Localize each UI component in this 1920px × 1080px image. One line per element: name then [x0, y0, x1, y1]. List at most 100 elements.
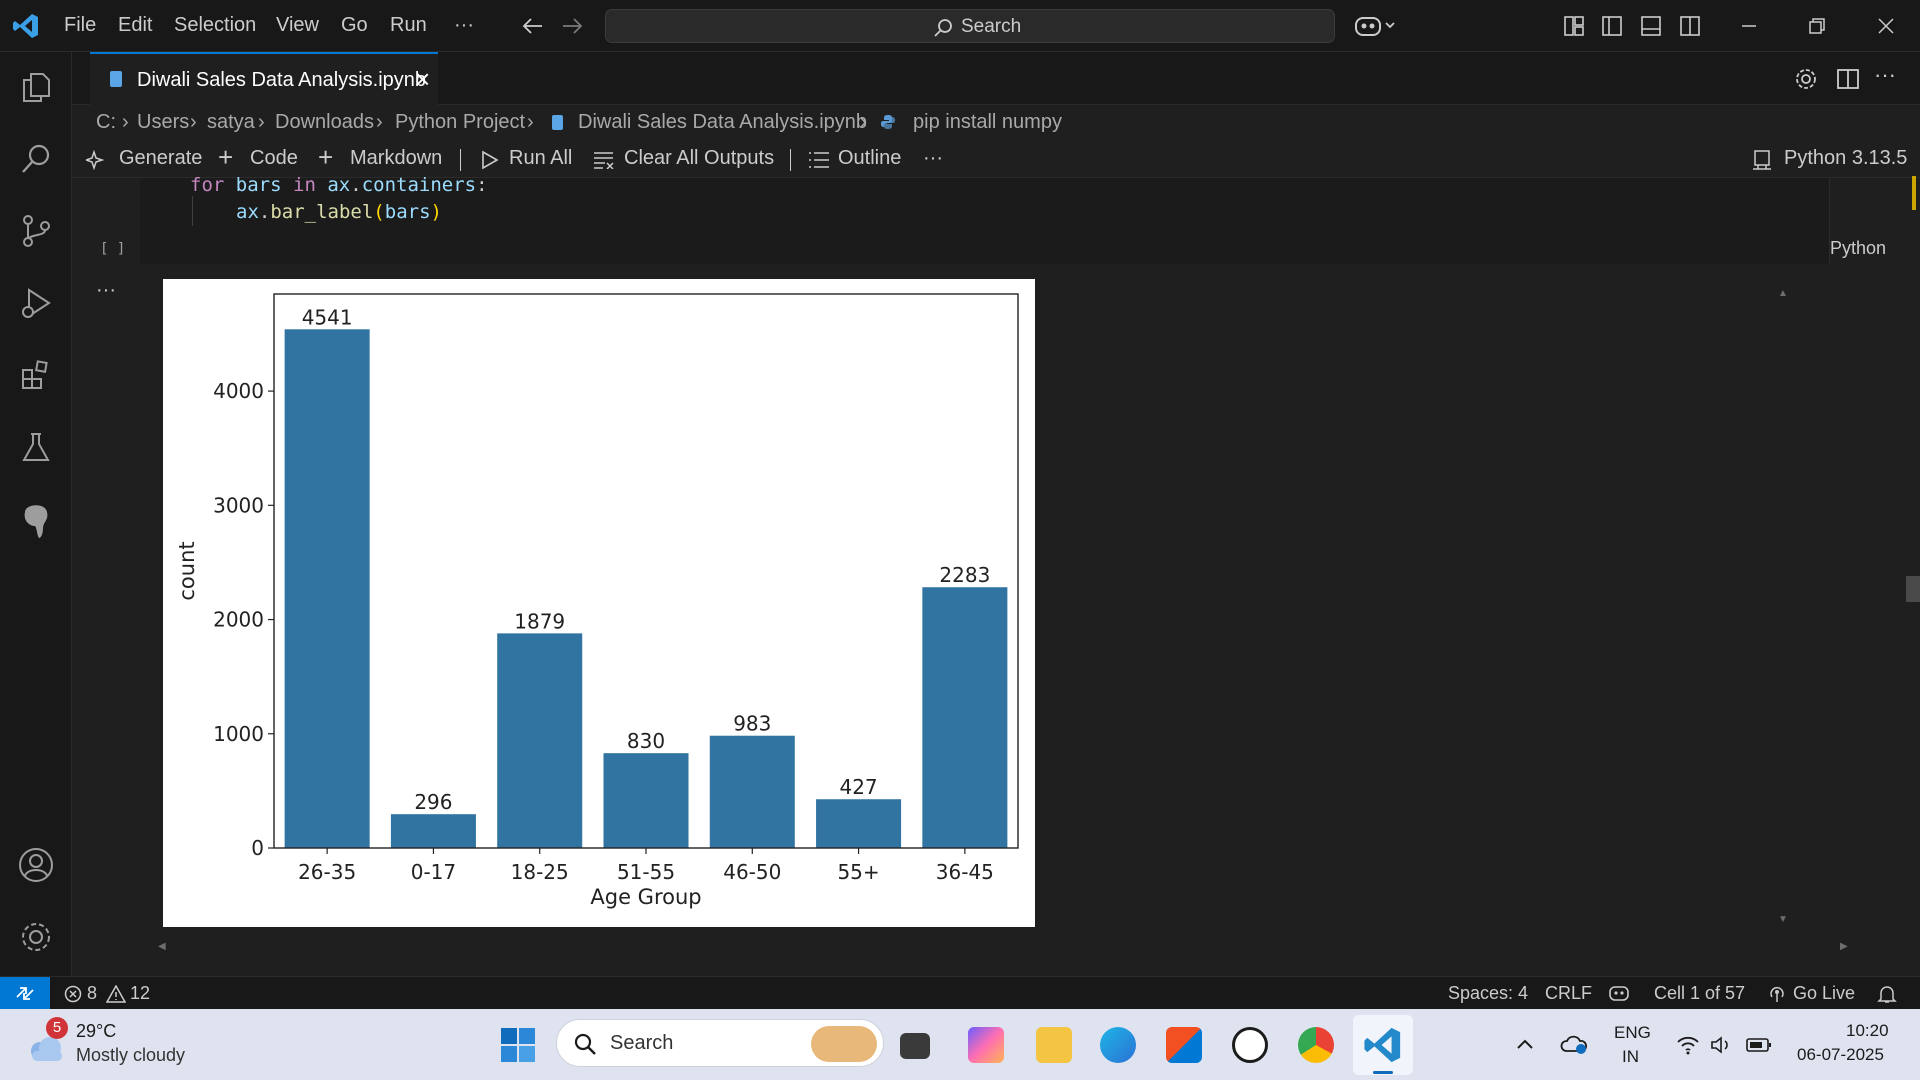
extensions-icon[interactable]	[19, 358, 53, 392]
chrome-browser-icon[interactable]	[1298, 1027, 1334, 1063]
cell-position-status[interactable]: Cell 1 of 57	[1654, 983, 1745, 1004]
notebook-settings-gear-icon[interactable]	[1794, 67, 1818, 91]
toggle-panel-icon[interactable]	[1640, 15, 1662, 37]
taskbar-search-label: Search	[610, 1032, 674, 1054]
breadcrumb-downloads[interactable]: Downloads	[275, 111, 374, 134]
weather-badge: 5	[46, 1017, 68, 1039]
add-markdown-cell-button[interactable]: Markdown	[350, 147, 442, 170]
minimize-icon[interactable]	[1738, 15, 1760, 37]
menu-selection[interactable]: Selection	[174, 14, 256, 37]
run-all-button[interactable]: Run All	[509, 147, 572, 170]
menu-more[interactable]: ···	[454, 14, 474, 37]
split-editor-icon[interactable]	[1836, 67, 1860, 91]
toolbar-more-button[interactable]: ···	[923, 147, 943, 170]
edge-browser-icon[interactable]	[1100, 1027, 1136, 1063]
notifications-bell-icon[interactable]	[1877, 984, 1897, 1004]
go-live-button[interactable]: Go Live	[1793, 983, 1855, 1004]
menu-file[interactable]: File	[64, 14, 96, 37]
y-axis-label: count	[175, 541, 199, 600]
wifi-icon[interactable]	[1676, 1035, 1700, 1055]
data-label-18-25: 1879	[514, 609, 565, 633]
file-explorer-icon[interactable]	[1036, 1027, 1072, 1063]
vscode-logo-icon	[12, 12, 40, 40]
bar-0-17	[390, 814, 476, 848]
weather-condition[interactable]: Mostly cloudy	[76, 1045, 185, 1066]
breadcrumb-cell[interactable]: pip install numpy	[913, 111, 1062, 134]
tab-close-icon[interactable]: ×	[415, 64, 430, 95]
testing-flask-icon[interactable]	[19, 430, 53, 464]
scroll-right-icon[interactable]: ▶	[1840, 941, 1848, 952]
accounts-icon[interactable]	[17, 846, 55, 884]
breadcrumb-python-project[interactable]: Python Project	[395, 111, 525, 134]
scroll-up-icon[interactable]: ▲	[1778, 288, 1788, 299]
onedrive-icon[interactable]	[1560, 1033, 1588, 1055]
microsoft-store-icon[interactable]	[1166, 1027, 1202, 1063]
clock-date[interactable]: 06-07-2025	[1797, 1045, 1884, 1065]
copilot-status-icon[interactable]	[1608, 983, 1630, 1003]
plus-icon: +	[218, 142, 234, 172]
x-tick-label-26-35: 26-35	[298, 860, 356, 884]
output-menu-button[interactable]: ···	[96, 279, 116, 302]
clear-all-outputs-button[interactable]: Clear All Outputs	[624, 147, 774, 170]
x-tick-label-0-17: 0-17	[411, 860, 456, 884]
windows-start-icon[interactable]	[500, 1027, 536, 1063]
customize-layout-icon[interactable]	[1563, 15, 1585, 37]
clock-time[interactable]: 10:20	[1846, 1021, 1889, 1041]
back-arrow-icon[interactable]	[522, 15, 544, 37]
search-icon	[933, 18, 953, 38]
breadcrumb-satya[interactable]: satya	[207, 111, 255, 134]
menu-go[interactable]: Go	[341, 14, 368, 37]
remote-indicator[interactable]	[0, 977, 50, 1010]
kernel-selector[interactable]: Python 3.13.5	[1784, 147, 1907, 170]
menu-run[interactable]: Run	[390, 14, 427, 37]
warning-count[interactable]: 12	[130, 983, 150, 1004]
run-debug-icon[interactable]	[19, 286, 53, 320]
chevron-right-icon: ›	[258, 111, 265, 133]
more-actions-button[interactable]: ···	[1874, 62, 1896, 88]
vertical-scrollbar-thumb[interactable]	[1906, 576, 1920, 602]
taskbar-search[interactable]: Search	[556, 1019, 884, 1067]
indentation-status[interactable]: Spaces: 4	[1448, 983, 1528, 1004]
toggle-secondary-sidebar-icon[interactable]	[1679, 15, 1701, 37]
forward-arrow-icon[interactable]	[561, 15, 583, 37]
toggle-primary-sidebar-icon[interactable]	[1601, 15, 1623, 37]
breadcrumb-drive[interactable]: C:	[96, 111, 116, 134]
language-indicator-top[interactable]: ENG	[1614, 1023, 1651, 1043]
close-window-icon[interactable]	[1875, 15, 1897, 37]
eol-status[interactable]: CRLF	[1545, 983, 1592, 1004]
outline-button[interactable]: Outline	[838, 147, 901, 170]
weather-cloud-icon[interactable]	[26, 1035, 66, 1063]
search-icon[interactable]	[19, 142, 53, 176]
chevron-right-icon: ›	[376, 111, 383, 133]
copilot-icon[interactable]	[1354, 13, 1398, 39]
task-view-icon[interactable]	[900, 1033, 930, 1059]
add-code-cell-button[interactable]: Code	[250, 147, 298, 170]
copilot-app-icon[interactable]	[968, 1027, 1004, 1063]
language-indicator-bottom[interactable]: IN	[1622, 1047, 1639, 1067]
generate-button[interactable]: Generate	[119, 147, 202, 170]
breadcrumb-notebook[interactable]: Diwali Sales Data Analysis.ipynb	[578, 111, 867, 134]
menu-edit[interactable]: Edit	[118, 14, 152, 37]
weather-temperature[interactable]: 29°C	[76, 1021, 116, 1042]
volume-icon[interactable]	[1710, 1035, 1734, 1055]
code-cell[interactable]: for bars in ax.containers: ax.bar_label(…	[140, 174, 1886, 264]
command-center-search[interactable]: Search	[605, 9, 1335, 43]
scroll-left-icon[interactable]: ◀	[158, 941, 166, 952]
breadcrumb-users[interactable]: Users	[137, 111, 189, 134]
manage-gear-icon[interactable]	[17, 918, 55, 956]
y-tick-label-1000: 1000	[213, 722, 264, 746]
explorer-icon[interactable]	[19, 70, 53, 104]
chevron-up-icon[interactable]	[1516, 1037, 1534, 1051]
cell-language-label[interactable]: Python	[1830, 238, 1886, 259]
vscode-taskbar-active[interactable]	[1353, 1015, 1413, 1075]
source-control-icon[interactable]	[19, 214, 53, 248]
error-count[interactable]: 8	[87, 983, 97, 1004]
scroll-down-icon[interactable]: ▼	[1778, 914, 1788, 925]
data-label-55+: 427	[839, 775, 877, 799]
dell-app-icon[interactable]	[1232, 1027, 1268, 1063]
menu-view[interactable]: View	[276, 14, 319, 37]
battery-icon[interactable]	[1746, 1037, 1772, 1053]
restore-icon[interactable]	[1806, 15, 1828, 37]
tab-notebook[interactable]: Diwali Sales Data Analysis.ipynb ×	[90, 52, 438, 105]
postgres-elephant-icon[interactable]	[19, 502, 53, 542]
